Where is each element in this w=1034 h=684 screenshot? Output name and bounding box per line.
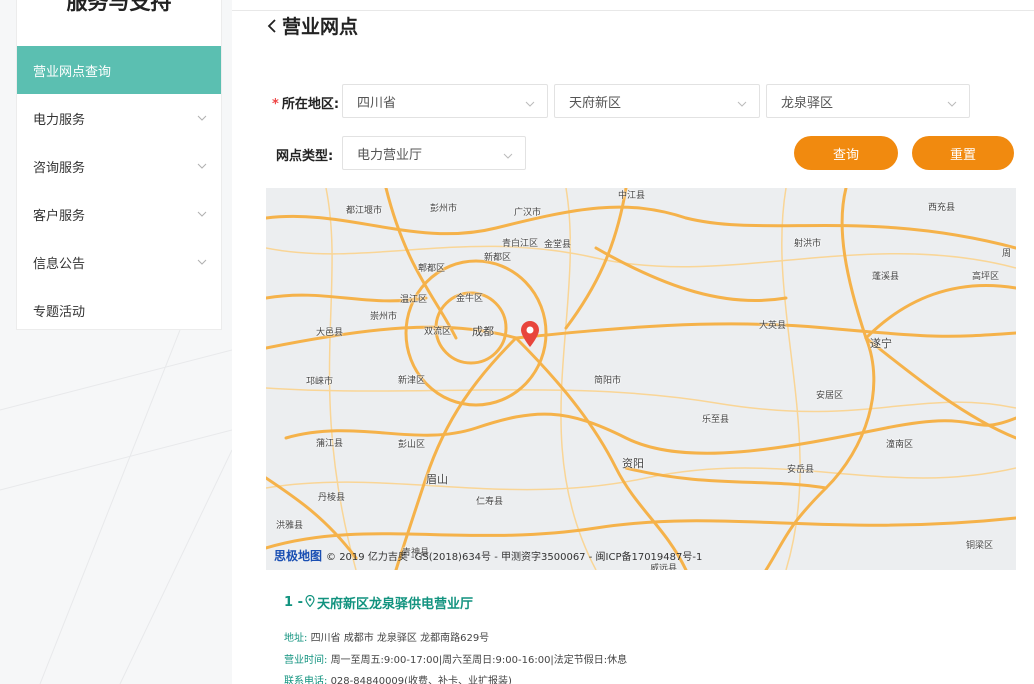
province-value: 四川省 [357,95,397,111]
map-label: 金堂县 [544,240,572,250]
sidebar-item-label: 信息公告 [33,256,86,272]
sidebar-item-customer-service[interactable]: 客户服务 [17,190,221,238]
map-label: 蓬溪县 [872,272,900,282]
map-label: 金牛区 [456,294,484,304]
outlet-type-select[interactable]: 电力营业厅 [342,136,526,170]
reset-button[interactable]: 重置 [912,136,1014,170]
type-label: 网点类型: [276,149,334,164]
result-hours: 营业时间: 周一至周五:9:00-17:00|周六至周日:9:00-16:00|… [284,651,627,666]
chevron-down-icon [197,161,207,171]
map-label: 高坪区 [972,272,1000,282]
address-key: 地址: [284,633,308,644]
phone-key: 联系电话: [284,676,328,684]
map-label: 大邑县 [316,328,344,338]
map-copyright-text: © 2019 亿力吉奥 -GS(2018)634号 - 甲测资字3500067 … [326,552,703,563]
background-decoration [0,330,232,684]
chevron-down-icon [947,97,957,107]
sidebar-item-label: 咨询服务 [33,160,86,176]
sidebar-item-label: 专题活动 [33,304,86,320]
map-copyright: 思极地图 © 2019 亿力吉奥 -GS(2018)634号 - 甲测资字3500… [274,547,702,564]
map-label: 大英县 [759,321,787,331]
map-label: 丹棱县 [318,493,346,503]
chevron-down-icon [197,209,207,219]
sidebar-item-special-events[interactable]: 专题活动 [17,286,221,334]
map-logo: 思极地图 [274,549,323,563]
map-label: 彭山区 [398,440,426,450]
outlet-type-value: 电力营业厅 [357,147,423,163]
location-pin-icon[interactable] [519,320,541,348]
sidebar-item-announcements[interactable]: 信息公告 [17,238,221,286]
map-label: 简阳市 [594,376,622,386]
sidebar-item-label: 营业网点查询 [33,64,112,80]
map-label: 彭州市 [430,204,458,214]
sidebar-item-power-service[interactable]: 电力服务 [17,94,221,142]
result-title[interactable]: 1 - 天府新区龙泉驿供电营业厅 [284,593,473,612]
chevron-down-icon [525,97,535,107]
back-chevron-icon[interactable] [266,16,278,36]
map-label: 温江区 [400,295,428,305]
map-view[interactable]: 中江县 西充县 都江堰市 彭州市 广汉市 射洪市 青白江区 金堂县 新都区 郫都… [266,188,1016,570]
map-label: 安居区 [816,391,844,401]
map-label-city: 资阳 [622,457,644,470]
map-label: 新都区 [484,253,512,263]
result-phone: 联系电话: 028-84840009(收费、补卡、业扩报装) [284,672,512,684]
sidebar-item-label: 电力服务 [33,112,86,128]
chevron-down-icon [503,149,513,159]
hours-value: 周一至周五:9:00-17:00|周六至周日:9:00-16:00|法定节假日:… [330,655,628,666]
map-label: 铜梁区 [966,541,994,551]
sidebar-item-outlet-query[interactable]: 营业网点查询 [17,46,221,94]
area-value: 龙泉驿区 [781,95,834,111]
district-select[interactable]: 天府新区 [554,84,760,118]
top-divider [232,10,1034,11]
map-label: 新津区 [398,376,426,386]
hours-key: 营业时间: [284,655,328,666]
location-marker-icon [305,594,315,611]
map-label-city: 成都 [472,325,494,338]
sidebar-title: 服务与支持 [66,0,172,14]
map-label: 双流区 [424,327,452,337]
map-label: 西充县 [928,203,956,213]
province-select[interactable]: 四川省 [342,84,548,118]
map-label: 安岳县 [787,465,815,475]
address-value: 四川省 成都市 龙泉驿区 龙都南路629号 [310,633,490,644]
result-index: 1 - [284,595,303,610]
sidebar: 服务与支持 营业网点查询 电力服务 咨询服务 客户服务 信息公告 专题活动 [16,0,222,330]
map-label: 崇州市 [370,312,398,322]
result-name: 天府新区龙泉驿供电营业厅 [316,597,473,612]
required-mark: * [272,97,279,112]
map-label: 周 [1002,249,1012,259]
page-title: 营业网点 [266,12,358,39]
region-label-text: 所在地区: [281,97,340,112]
result-address: 地址: 四川省 成都市 龙泉驿区 龙都南路629号 [284,629,489,644]
map-label: 中江县 [618,191,646,201]
district-value: 天府新区 [569,95,622,111]
map-label: 射洪市 [794,239,822,249]
area-select[interactable]: 龙泉驿区 [766,84,970,118]
map-label: 乐至县 [702,415,730,425]
map-label-city: 眉山 [426,473,448,486]
map-label: 郫都区 [418,264,446,274]
sidebar-item-consult-service[interactable]: 咨询服务 [17,142,221,190]
map-roads [266,188,1016,570]
map-label: 洪雅县 [276,521,304,531]
map-label: 蒲江县 [316,439,344,449]
sidebar-item-label: 客户服务 [33,208,86,224]
map-label: 潼南区 [886,440,914,450]
map-label: 都江堰市 [346,206,383,216]
region-label: * 所在地区: [272,93,339,112]
phone-value: 028-84840009(收费、补卡、业扩报装) [330,676,512,684]
chevron-down-icon [737,97,747,107]
map-label: 邛崃市 [306,377,334,387]
map-label: 仁寿县 [476,497,504,507]
map-label-city: 遂宁 [870,337,892,350]
chevron-down-icon [197,113,207,123]
page-title-text: 营业网点 [282,16,359,38]
map-label: 广汉市 [514,208,542,218]
search-button[interactable]: 查询 [794,136,898,170]
chevron-down-icon [197,257,207,267]
map-label: 青白江区 [502,239,539,249]
